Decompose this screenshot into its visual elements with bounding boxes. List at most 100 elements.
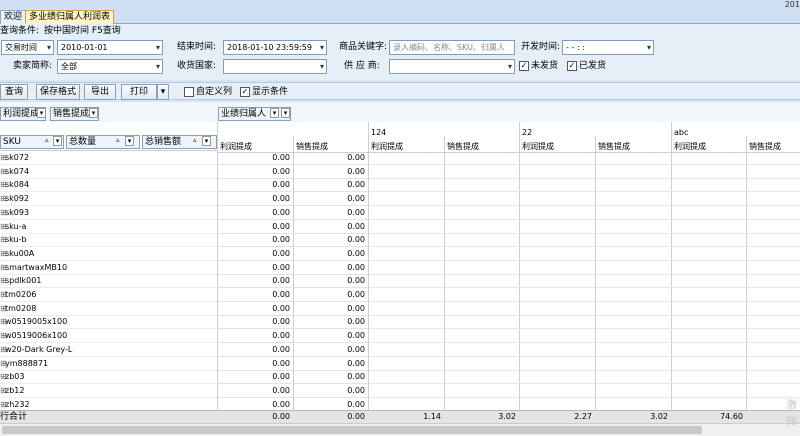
table-row[interactable]: ⊞tm0206: [0, 288, 216, 302]
table-cell: 0.00: [218, 165, 294, 179]
query-button[interactable]: 查询: [0, 84, 28, 100]
custom-columns-label: 自定义列: [196, 87, 233, 97]
keyword-input[interactable]: 录入编码、名称、SKU、归属人: [389, 40, 515, 55]
sort-icon[interactable]: ▵: [193, 136, 197, 144]
row-sku-label: sk092: [5, 194, 30, 203]
print-button[interactable]: 打印: [121, 84, 157, 100]
chevron-down-icon[interactable]: ▾: [281, 108, 290, 118]
trade-time-select[interactable]: 交易时间 ▾: [1, 40, 54, 55]
sort-icon[interactable]: ▵: [116, 136, 120, 144]
grid-line: [369, 219, 800, 220]
horizontal-scrollbar[interactable]: [0, 423, 800, 436]
save-format-button[interactable]: 保存格式: [36, 84, 80, 100]
table-cell: 0.00: [218, 370, 294, 384]
table-row[interactable]: ⊞zb12: [0, 384, 216, 398]
column-group-header: 124: [371, 128, 387, 137]
start-date-value: 2010-01-01: [61, 43, 108, 52]
table-cell: 0.00: [294, 288, 369, 302]
grid-line: [671, 122, 672, 410]
filter-panel: 查询条件: 按中国时间 F5查询 交易时间 ▾ 2010-01-01 ▾ 结束时…: [0, 24, 800, 80]
seller-select-value: 全部: [61, 62, 77, 71]
table-cell: 0.00: [218, 206, 294, 220]
table-cell: 0.00: [294, 192, 369, 206]
column-header: 利润提成: [674, 142, 706, 151]
table-row[interactable]: ⊞sk093: [0, 206, 216, 220]
chevron-down-icon[interactable]: ▾: [270, 108, 279, 118]
table-row[interactable]: ⊞sku-b: [0, 233, 216, 247]
table-row[interactable]: ⊞sk074: [0, 165, 216, 179]
grid-line: [369, 301, 800, 302]
row-sku-label: spdlk001: [5, 276, 42, 285]
total-cell: 1.14: [423, 412, 441, 421]
total-row: 行合计 0.00 0.00 1.14 3.02 2.27 3.02 74.60: [0, 410, 800, 423]
grid-line: [369, 342, 800, 343]
grid-line: [369, 178, 800, 179]
table-row[interactable]: ⊞smartwaxMB10: [0, 261, 216, 275]
chevron-down-icon: ▾: [646, 43, 651, 52]
show-conditions-checkbox[interactable]: ✓: [240, 87, 250, 97]
end-time-value: 2018-01-10 23:59:59: [227, 43, 312, 52]
tab-welcome[interactable]: 欢迎: [0, 10, 27, 24]
total-cell: 74.60: [720, 412, 743, 421]
ship-time-picker[interactable]: - - : : ▾: [562, 40, 654, 55]
table-row[interactable]: ⊞w20-Dark Grey-L: [0, 343, 216, 357]
custom-columns-checkbox[interactable]: [184, 87, 194, 97]
grid-line: [369, 205, 800, 206]
table-row[interactable]: ⊞zb03: [0, 370, 216, 384]
table-row[interactable]: ⊞sk084: [0, 178, 216, 192]
table-row[interactable]: ⊞sk092: [0, 192, 216, 206]
end-time-picker[interactable]: 2018-01-10 23:59:59 ▾: [223, 40, 327, 55]
chevron-down-icon[interactable]: ▾: [202, 136, 211, 146]
table-cell: 0.00: [218, 274, 294, 288]
chevron-down-icon[interactable]: ▾: [37, 108, 46, 118]
start-date-picker[interactable]: 2010-01-01 ▾: [57, 40, 163, 55]
show-conditions-label: 显示条件: [252, 87, 289, 97]
table-row[interactable]: ⊞sku00A: [0, 247, 216, 261]
print-dropdown-button[interactable]: ▾: [157, 84, 169, 100]
table-row[interactable]: ⊞tm0208: [0, 302, 216, 316]
table-cell: 0.00: [218, 329, 294, 343]
total-row-label: 行合计: [0, 412, 28, 422]
table-row[interactable]: ⊞w0519005x100: [0, 315, 216, 329]
end-time-label: 结束时间:: [177, 42, 217, 52]
row-sku-label: sk084: [5, 180, 30, 189]
chevron-down-icon: ▾: [46, 43, 51, 52]
country-label: 收货国家:: [177, 61, 217, 71]
supplier-select[interactable]: ▾: [389, 59, 515, 74]
table-cell: 0.00: [218, 288, 294, 302]
shipped-label: 已发货: [579, 61, 607, 71]
seller-label: 卖家简称:: [13, 61, 53, 71]
grid-line: [369, 287, 800, 288]
row-sku-label: sk074: [5, 167, 30, 176]
chevron-down-icon[interactable]: ▾: [53, 136, 62, 146]
scrollbar-thumb[interactable]: [2, 426, 702, 434]
table-cell: 0.00: [218, 343, 294, 357]
table-row[interactable]: ⊞sku-a: [0, 220, 216, 234]
row-sku-label: w0519006x100: [5, 331, 68, 340]
total-cell: 3.02: [498, 412, 516, 421]
column-header: 销售提成: [749, 142, 781, 151]
data-field-sales-label: 销售提成: [53, 109, 90, 119]
column-field-owner-label: 业绩归属人: [221, 109, 267, 119]
table-row[interactable]: ⊞sk072: [0, 151, 216, 165]
row-sku-label: tm0206: [5, 290, 37, 299]
table-row[interactable]: ⊞w0519006x100: [0, 329, 216, 343]
column-header: 销售提成: [598, 142, 630, 151]
shipped-checkbox[interactable]: ✓: [567, 61, 577, 71]
sort-icon[interactable]: ▵: [45, 136, 49, 144]
seller-select[interactable]: 全部 ▾: [57, 59, 163, 74]
tab-report[interactable]: 多业绩归属人利润表: [25, 10, 115, 24]
table-cell: 0.00: [218, 233, 294, 247]
table-cell: 0.00: [218, 261, 294, 275]
chevron-down-icon[interactable]: ▾: [125, 136, 134, 146]
country-select[interactable]: ▾: [223, 59, 327, 74]
row-sku-label: ym888871: [5, 359, 49, 368]
column-header: 销售提成: [447, 142, 479, 151]
unshipped-checkbox[interactable]: ✓: [519, 61, 529, 71]
row-sku-label: zh232: [5, 400, 30, 409]
chevron-down-icon[interactable]: ▾: [89, 108, 98, 118]
table-row[interactable]: ⊞ym888871: [0, 357, 216, 371]
export-button[interactable]: 导出: [84, 84, 116, 100]
window-corner-label: 201: [784, 0, 800, 9]
table-row[interactable]: ⊞spdlk001: [0, 274, 216, 288]
